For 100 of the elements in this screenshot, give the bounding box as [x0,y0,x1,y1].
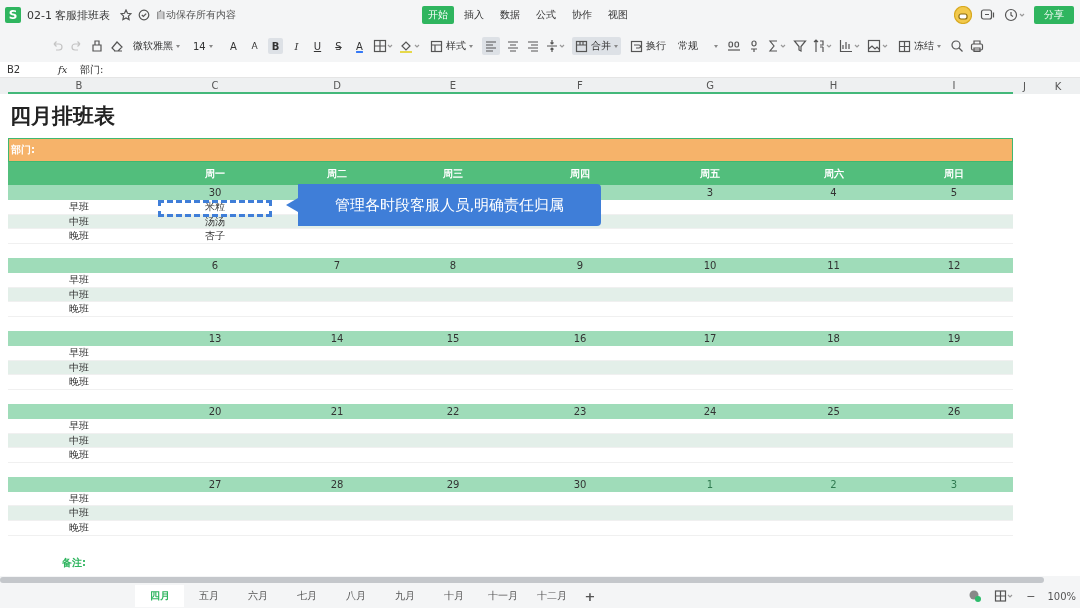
function-label[interactable]: fx [58,64,80,75]
number-format-icon[interactable] [727,39,741,53]
date-number: 28 [330,478,344,490]
chart-icon[interactable] [839,39,861,53]
font-color-button[interactable]: A [352,38,367,54]
date-number: 20 [208,405,222,417]
date-number: 10 [703,259,717,271]
add-sheet-button[interactable]: + [576,588,604,604]
date-number: 2 [830,478,837,490]
sheet-tab[interactable]: 七月 [282,585,331,607]
date-number: 13 [208,332,222,344]
weekday-label: 周三 [442,166,464,181]
merge-button[interactable]: 合并 [572,37,621,55]
eraser-icon[interactable] [110,39,124,53]
shift-label: 早班 [69,345,89,360]
shift-label: 中班 [69,433,89,448]
freeze-button[interactable]: 冻结 [895,37,944,55]
underline-button[interactable]: U [310,38,325,54]
shift-label: 晚班 [69,229,89,244]
shift-label: 中班 [69,287,89,302]
weekday-label: 周二 [326,166,348,181]
sync-status-icon[interactable] [968,589,983,603]
menu-tab[interactable]: 插入 [458,6,491,24]
column-header[interactable]: B [8,78,150,94]
shift-label: 晚班 [69,302,89,317]
date-number: 3 [950,478,958,490]
strikethrough-button[interactable]: S [331,38,346,54]
menu-tab[interactable]: 视图 [602,6,635,24]
layout-view-icon[interactable] [994,589,1015,603]
screen-share-icon[interactable] [980,8,996,22]
shift-label: 早班 [69,200,89,214]
column-header[interactable]: F [512,78,648,94]
column-header[interactable]: C [150,78,280,94]
sheet-tab[interactable]: 六月 [233,585,282,607]
zoom-level[interactable]: 100% [1047,590,1076,602]
bold-button[interactable]: B [268,38,283,54]
shift-label: 早班 [69,491,89,506]
sheet-tab[interactable]: 五月 [184,585,233,607]
fill-color-icon[interactable] [399,39,421,53]
star-icon[interactable] [120,9,133,21]
shift-label: 中班 [69,360,89,375]
menu-tab[interactable]: 数据 [494,6,527,24]
font-size-select[interactable]: 14 [190,38,220,54]
column-header[interactable]: I [895,78,1013,94]
print-icon[interactable] [970,39,984,53]
column-header[interactable]: G [648,78,772,94]
date-number: 26 [947,405,961,417]
document-title: 02-1 客服排班表 [27,7,111,23]
weekday-label: 周六 [822,166,845,181]
menu-tab[interactable]: 公式 [530,6,563,24]
date-number: 24 [703,405,717,417]
autosave-status: 自动保存所有内容 [156,8,237,22]
name-box[interactable]: B2 [0,64,58,75]
column-header[interactable]: D [280,78,394,94]
formula-input[interactable]: 部门: [80,62,104,77]
sum-icon[interactable] [767,39,787,53]
staff-name: 杏子 [205,229,225,244]
vertical-align-icon[interactable] [546,39,566,53]
sheet-tab[interactable]: 八月 [331,585,380,607]
remark-label: 备注: [61,555,87,570]
date-number: 25 [827,405,840,417]
date-number: 17 [703,332,717,344]
column-header[interactable]: H [772,78,895,94]
sort-icon[interactable] [813,39,833,53]
check-circle-icon [138,9,151,21]
sheet-tab[interactable]: 九月 [380,585,429,607]
wrap-text-button[interactable]: 换行 [627,37,669,55]
shift-label: 早班 [69,418,89,433]
increase-font-button[interactable]: A [226,38,241,54]
column-header[interactable]: J [1013,78,1036,94]
number-format-select[interactable]: 常规 [675,37,721,55]
date-number: 1 [706,478,714,490]
column-header[interactable]: K [1036,78,1080,94]
shift-label: 中班 [69,506,89,521]
history-icon[interactable] [1004,8,1026,22]
style-button[interactable]: 样式 [427,37,476,55]
sheet-tab[interactable]: 十二月 [527,585,576,607]
sheet-tab[interactable]: 十月 [429,585,478,607]
borders-icon[interactable] [373,39,393,53]
italic-button[interactable]: I [289,38,304,54]
decrease-font-button[interactable]: A [247,38,262,54]
font-select[interactable]: 微软雅黑 [130,37,184,55]
merge-cells-icon [575,39,588,53]
sheet-tab[interactable]: 十一月 [478,585,527,607]
date-number: 14 [330,332,344,344]
menu-tab[interactable]: 协作 [566,6,599,24]
callout-bubble: 管理各时段客服人员,明确责任归属 [286,184,601,226]
date-number: 23 [573,405,587,417]
horizontal-scrollbar[interactable] [0,577,1044,583]
weekday-label: 周日 [943,166,965,181]
filter-icon[interactable] [793,39,807,53]
date-number: 22 [446,405,460,417]
zoom-out-button[interactable]: − [1026,589,1036,603]
date-number: 30 [573,478,587,490]
avatar-icon[interactable] [954,6,972,24]
image-icon[interactable] [867,39,889,53]
search-icon[interactable] [950,39,964,53]
freeze-panes-icon [898,39,911,53]
column-header[interactable]: E [394,78,512,94]
shift-label: 早班 [69,272,89,287]
